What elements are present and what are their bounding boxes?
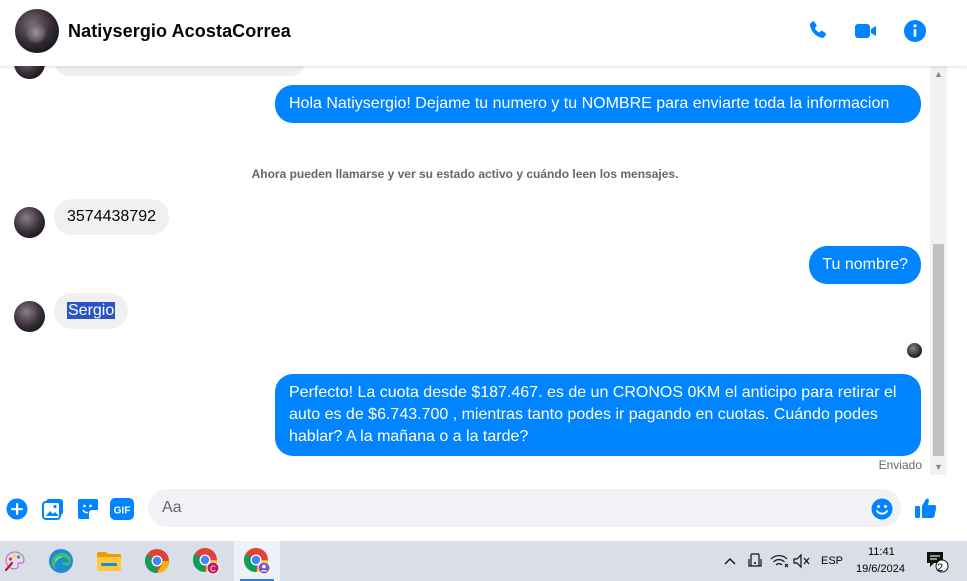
message-status: Enviado: [878, 458, 922, 472]
svg-text:GIF: GIF: [114, 506, 131, 517]
scrollbar-thumb[interactable]: [933, 244, 944, 456]
outgoing-message[interactable]: Tu nombre?: [809, 246, 921, 284]
chrome-profile-c-icon[interactable]: C: [184, 541, 228, 581]
image-icon[interactable]: [41, 497, 65, 521]
paint-app-icon[interactable]: [0, 541, 30, 581]
edge-icon[interactable]: [40, 541, 82, 581]
file-explorer-icon[interactable]: [88, 541, 130, 581]
clock-time[interactable]: 11:41: [868, 546, 895, 558]
outgoing-message[interactable]: Perfecto! La cuota desde $187.467. es de…: [275, 374, 921, 456]
contact-avatar-small: [14, 301, 45, 332]
windows-taskbar: C ESP 11:41 19/6/2024 2: [0, 541, 967, 581]
seen-receipt-avatar: [907, 343, 922, 358]
contact-avatar[interactable]: [15, 9, 59, 53]
clock-date[interactable]: 19/6/2024: [856, 563, 905, 575]
selected-text: Sergio: [67, 302, 116, 319]
notifications-icon[interactable]: 2: [922, 541, 952, 581]
plus-circle-icon[interactable]: [5, 497, 29, 521]
contact-avatar-small: [14, 66, 45, 79]
messenger-window: Natiysergio AcostaCorrea Hola Natiysergi…: [0, 0, 967, 541]
previous-message-bubble[interactable]: [53, 66, 306, 76]
thumbs-up-icon[interactable]: [913, 495, 939, 521]
message-composer: GIF Aa: [0, 478, 967, 540]
gif-icon[interactable]: GIF: [110, 497, 134, 521]
chrome-profile-active-icon[interactable]: [234, 541, 280, 581]
chevron-up-icon[interactable]: [720, 541, 740, 581]
phone-icon[interactable]: [805, 18, 831, 44]
conversation-header: Natiysergio AcostaCorrea: [0, 0, 967, 66]
message-thread[interactable]: Hola Natiysergio! Dejame tu numero y tu …: [0, 66, 930, 475]
incoming-message[interactable]: 3574438792: [54, 199, 169, 235]
notification-count-badge: 2: [937, 562, 944, 574]
thread-scrollbar[interactable]: ▲ ▼: [930, 66, 947, 475]
message-input[interactable]: Aa: [148, 489, 901, 527]
outgoing-message[interactable]: Hola Natiysergio! Dejame tu numero y tu …: [275, 85, 921, 123]
video-camera-icon[interactable]: [853, 18, 879, 44]
svg-text:C: C: [210, 565, 216, 574]
contact-avatar-small: [14, 207, 45, 238]
device-status-icon[interactable]: [745, 541, 765, 581]
system-notice: Ahora pueden llamarse y ver su estado ac…: [251, 167, 679, 181]
sticker-icon[interactable]: [76, 497, 100, 521]
wifi-no-internet-icon[interactable]: [768, 541, 790, 581]
scroll-down-arrow-icon[interactable]: ▼: [930, 459, 947, 475]
emoji-icon[interactable]: [870, 497, 894, 521]
contact-name[interactable]: Natiysergio AcostaCorrea: [68, 21, 291, 42]
message-input-placeholder: Aa: [162, 499, 182, 516]
volume-muted-icon[interactable]: [791, 541, 813, 581]
info-icon[interactable]: [902, 18, 928, 44]
incoming-message[interactable]: Sergio: [54, 293, 129, 329]
language-indicator[interactable]: ESP: [821, 555, 843, 567]
window-edge: [950, 66, 967, 541]
scroll-up-arrow-icon[interactable]: ▲: [930, 66, 947, 82]
chrome-icon[interactable]: [136, 541, 178, 581]
